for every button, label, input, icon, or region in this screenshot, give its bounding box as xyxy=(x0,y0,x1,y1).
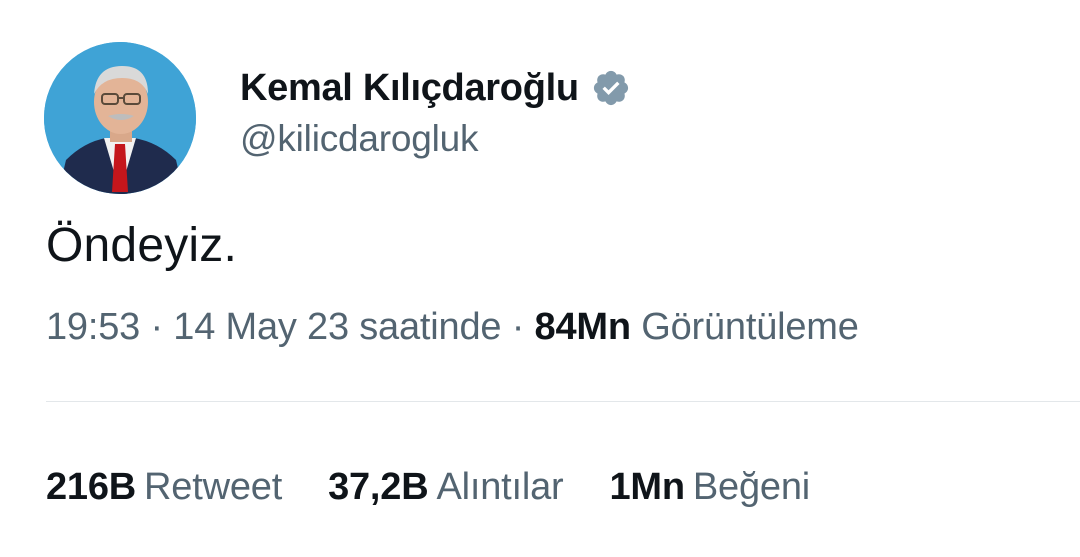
likes-count: 1Mn xyxy=(609,466,686,508)
author-name-row: Kemal Kılıçdaroğlu xyxy=(240,64,631,112)
author-block: Kemal Kılıçdaroğlu @kilicdarogluk xyxy=(240,64,631,160)
tweet-meta: 19:53 · 14 May 23 saatinde · 84Mn Görünt… xyxy=(46,306,859,349)
tweet-card: Kemal Kılıçdaroğlu @kilicdarogluk Öndeyi… xyxy=(0,0,1080,557)
tweet-date[interactable]: 14 May 23 saatinde xyxy=(173,306,501,348)
profile-photo-icon xyxy=(44,42,196,194)
retweets-count: 216B xyxy=(46,466,137,508)
retweets-stat[interactable]: 216B Retweet xyxy=(46,466,282,509)
views-count: 84Mn xyxy=(534,306,632,348)
tweet-text: Öndeyiz. xyxy=(46,219,238,272)
quotes-stat[interactable]: 37,2B Alıntılar xyxy=(328,466,564,509)
tweet-time[interactable]: 19:53 xyxy=(46,306,140,348)
meta-separator-2: · xyxy=(501,306,535,348)
divider xyxy=(46,401,1080,402)
likes-stat[interactable]: 1Mn Beğeni xyxy=(610,466,811,509)
meta-separator: · xyxy=(140,306,174,348)
quotes-count: 37,2B xyxy=(328,466,429,508)
avatar[interactable] xyxy=(44,42,196,194)
views-label: Görüntüleme xyxy=(641,306,859,348)
engagement-stats: 216B Retweet 37,2B Alıntılar 1Mn Beğeni xyxy=(46,466,856,509)
retweets-label: Retweet xyxy=(144,466,283,508)
author-display-name[interactable]: Kemal Kılıçdaroğlu xyxy=(240,67,579,110)
quotes-label: Alıntılar xyxy=(436,466,564,508)
verified-badge-icon[interactable] xyxy=(591,68,631,108)
likes-label: Beğeni xyxy=(692,466,811,508)
author-handle[interactable]: @kilicdarogluk xyxy=(240,118,631,160)
